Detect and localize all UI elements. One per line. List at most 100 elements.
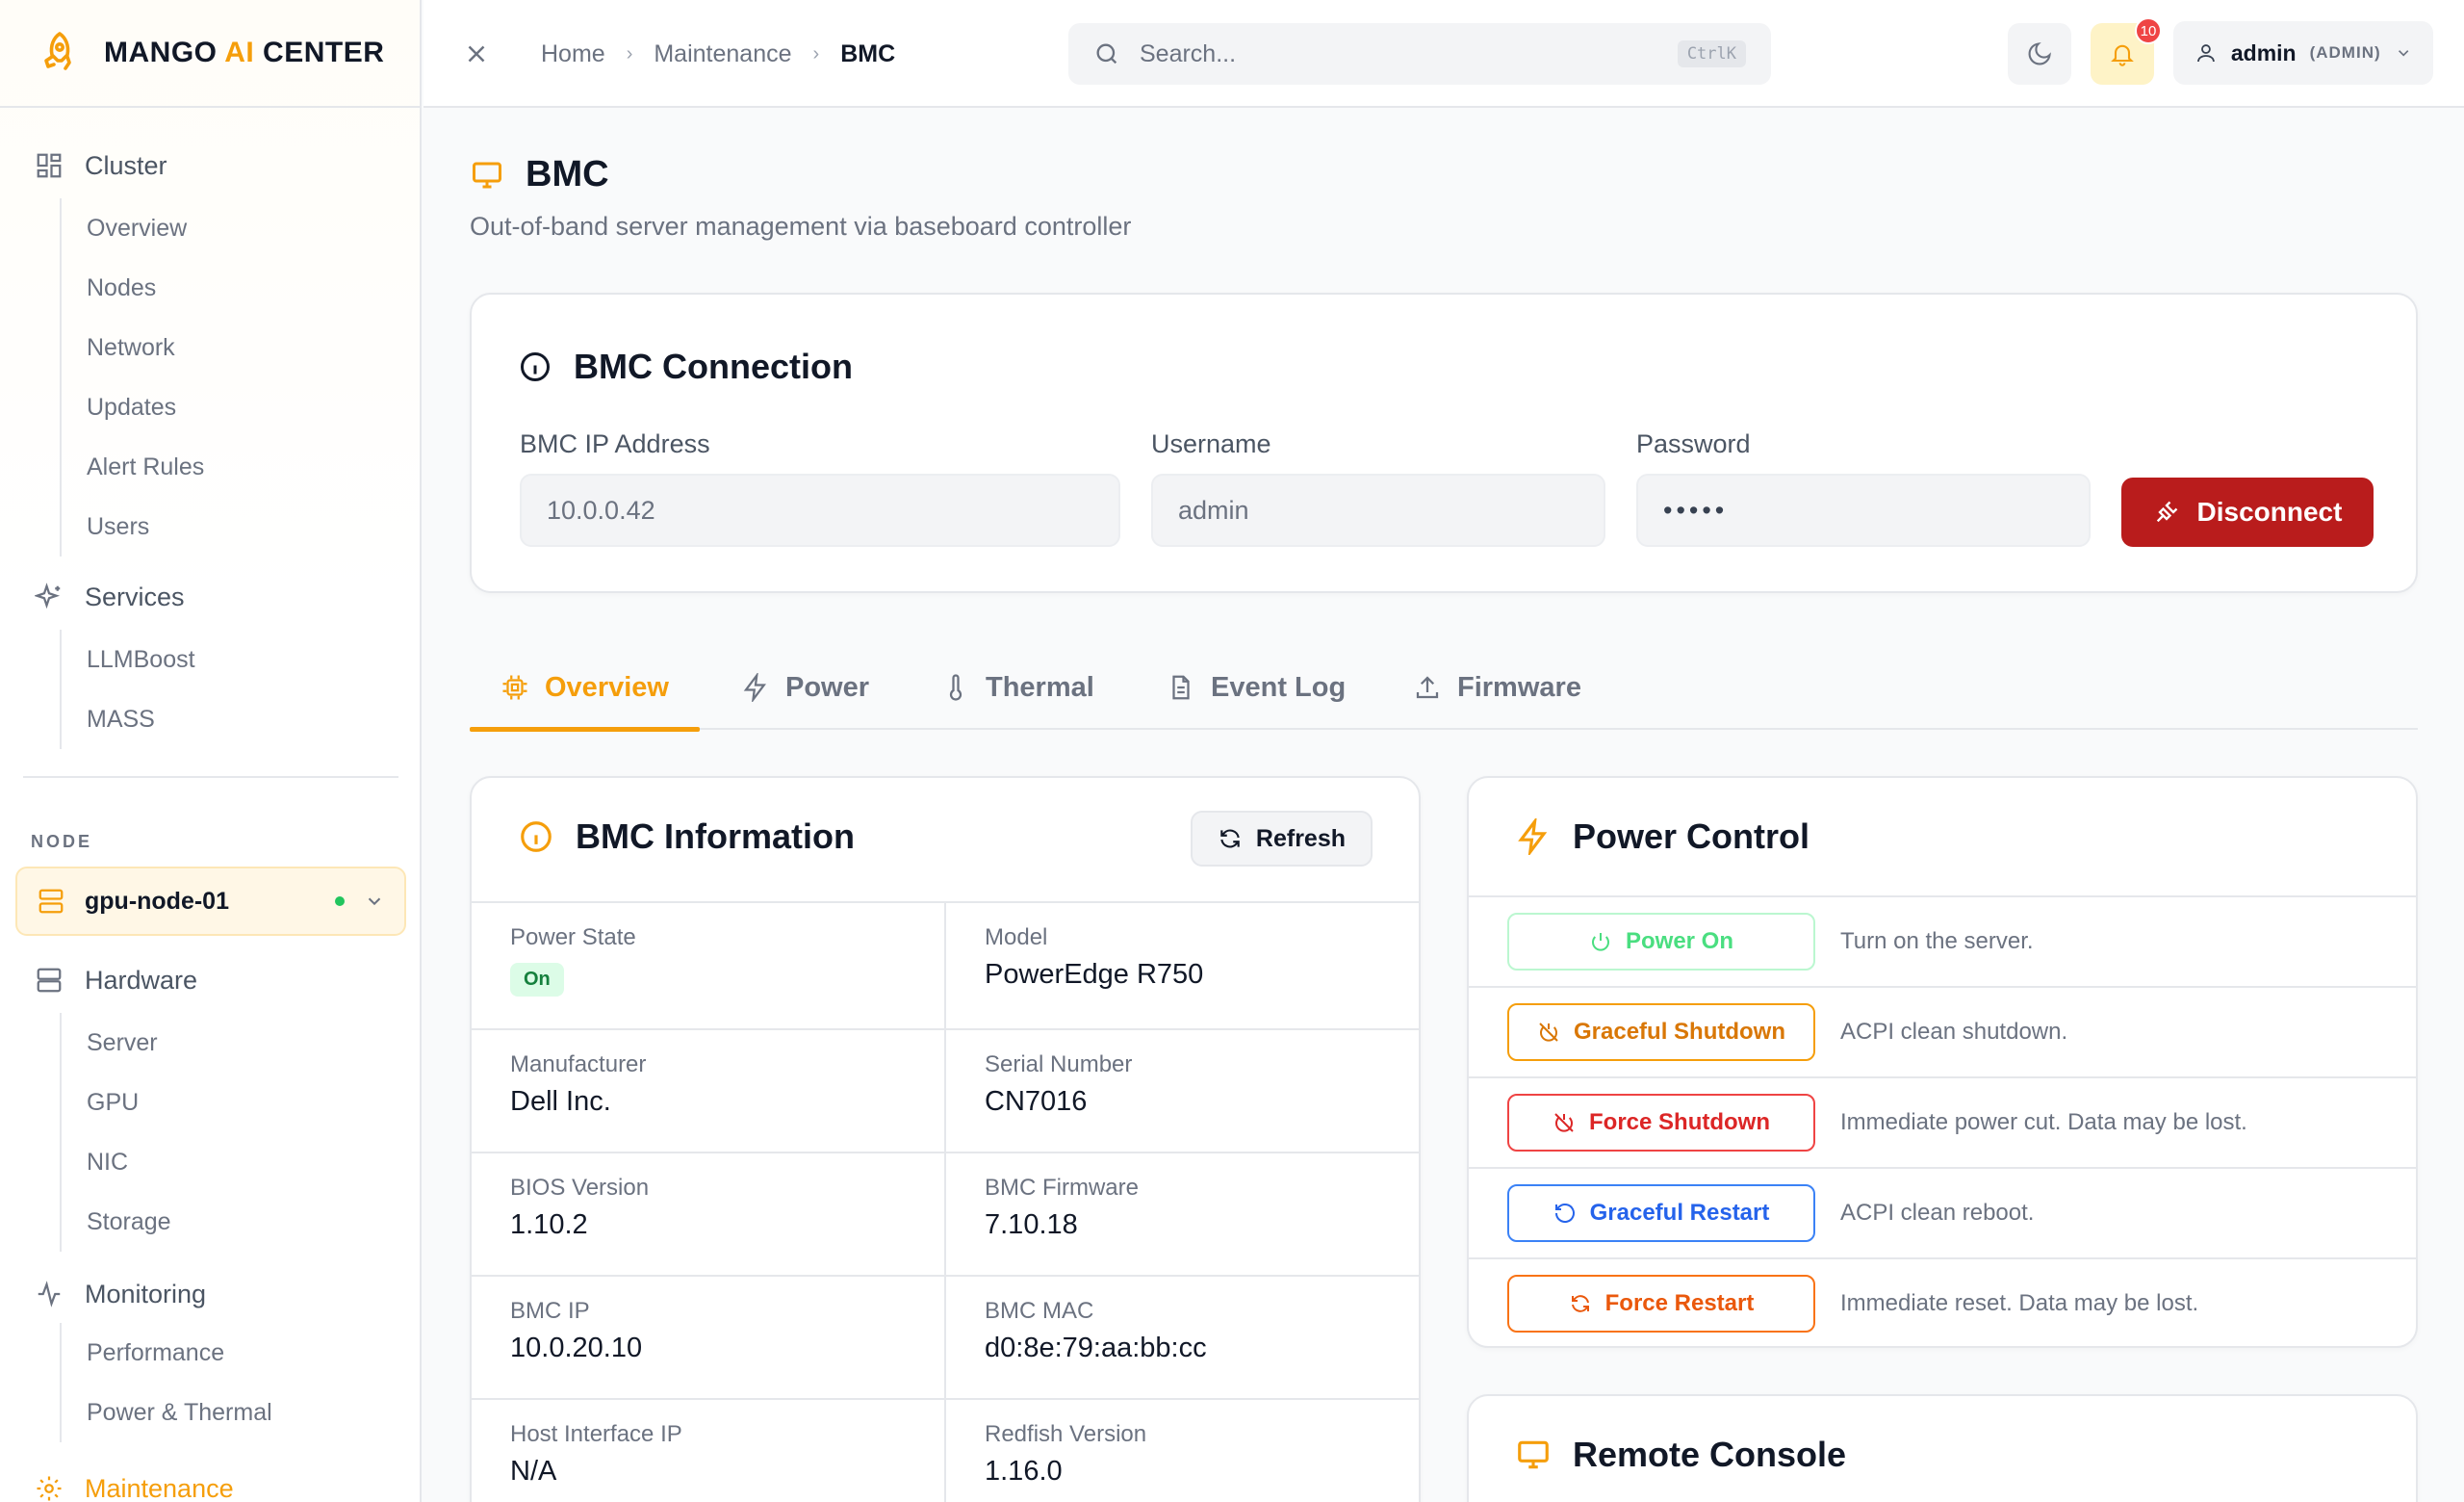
breadcrumb: Home › Maintenance › BMC bbox=[462, 0, 895, 108]
server-icon bbox=[38, 889, 64, 914]
sidebar-item-network[interactable]: Network bbox=[62, 318, 422, 377]
sidebar-item-performance[interactable]: Performance bbox=[62, 1323, 422, 1383]
search-input[interactable] bbox=[1140, 39, 1658, 68]
node-status-dot bbox=[335, 896, 345, 906]
sidebar-item-storage[interactable]: Storage bbox=[62, 1192, 422, 1252]
search-box[interactable]: CtrlK bbox=[1068, 23, 1771, 85]
sidebar-item-power-thermal[interactable]: Power & Thermal bbox=[62, 1383, 422, 1442]
sidebar-item-nodes[interactable]: Nodes bbox=[62, 258, 422, 318]
info-cell-power-state: Power State On bbox=[472, 903, 944, 1028]
nav-head-hardware[interactable]: Hardware bbox=[0, 955, 422, 1005]
bmc-info-grid: Power State On Model PowerEdge R750 Manu… bbox=[472, 901, 1419, 1502]
info-cell-bmc-firmware: BMC Firmware 7.10.18 bbox=[944, 1153, 1419, 1275]
power-action-desc: Immediate power cut. Data may be lost. bbox=[1840, 1109, 2247, 1135]
bmc-connection-title: BMC Connection bbox=[518, 347, 853, 387]
node-select[interactable]: gpu-node-01 bbox=[15, 867, 406, 936]
user-role: (ADMIN) bbox=[2309, 43, 2381, 62]
tab-power[interactable]: Power bbox=[741, 645, 869, 730]
power-actions-list: Power On Turn on the server. Graceful Sh… bbox=[1469, 895, 2416, 1346]
password-input[interactable]: ••••• bbox=[1636, 474, 2091, 547]
activity-icon bbox=[38, 1281, 61, 1308]
sidebar-item-overview[interactable]: Overview bbox=[62, 198, 422, 258]
tab-overview[interactable]: Overview bbox=[470, 645, 700, 732]
sidebar-item-users[interactable]: Users bbox=[62, 497, 422, 557]
sidebar-item-server[interactable]: Server bbox=[62, 1013, 422, 1073]
sidebar-item-updates[interactable]: Updates bbox=[62, 377, 422, 437]
sidebar: MANGO AI CENTER Cluster Overview Nodes N… bbox=[0, 0, 422, 1502]
info-row: BIOS Version 1.10.2 BMC Firmware 7.10.18 bbox=[472, 1152, 1419, 1275]
remote-console-card: Remote Console bbox=[1467, 1394, 2418, 1502]
nav-head-maintenance[interactable]: Maintenance bbox=[0, 1463, 422, 1502]
sidebar-item-nic[interactable]: NIC bbox=[62, 1132, 422, 1192]
info-cell-model: Model PowerEdge R750 bbox=[944, 903, 1419, 1028]
info-cell-bmc-mac: BMC MAC d0:8e:79:aa:bb:cc bbox=[944, 1277, 1419, 1398]
disconnect-button[interactable]: Disconnect bbox=[2121, 478, 2374, 547]
tabs: Overview Power Thermal Event Log Firmwar… bbox=[470, 645, 2418, 732]
bmc-ip-input[interactable] bbox=[520, 474, 1120, 547]
user-menu-button[interactable]: admin (ADMIN) bbox=[2173, 21, 2433, 85]
refresh-icon bbox=[1220, 829, 1240, 848]
sidebar-item-gpu[interactable]: GPU bbox=[62, 1073, 422, 1132]
nav-head-services[interactable]: Services bbox=[0, 572, 422, 622]
node-select-value: gpu-node-01 bbox=[85, 887, 229, 915]
user-name: admin bbox=[2230, 39, 2297, 65]
tab-firmware[interactable]: Firmware bbox=[1413, 645, 1581, 730]
breadcrumb-maintenance[interactable]: Maintenance bbox=[654, 40, 791, 68]
info-row: Power State On Model PowerEdge R750 bbox=[472, 901, 1419, 1028]
power-off-icon bbox=[1554, 1113, 1574, 1132]
upload-icon bbox=[1416, 676, 1439, 699]
gear-icon bbox=[37, 1476, 62, 1501]
power-control-title: Power Control bbox=[1515, 816, 1810, 857]
notifications-button[interactable]: 10 bbox=[2091, 17, 2162, 85]
bmc-information-card: BMC Information Refresh Power State On M… bbox=[470, 776, 1421, 1502]
info-cell-host-interface-ip: Host Interface IP N/A bbox=[510, 1421, 682, 1487]
power-on-button[interactable]: Power On bbox=[1507, 913, 1815, 971]
breadcrumb-current: BMC bbox=[840, 39, 896, 67]
thermometer-icon bbox=[949, 674, 962, 701]
sidebar-item-alert-rules[interactable]: Alert Rules bbox=[62, 437, 422, 497]
breadcrumb-separator-icon: › bbox=[812, 42, 820, 65]
unplug-icon bbox=[2156, 501, 2177, 523]
bell-icon bbox=[2111, 44, 2134, 66]
brand[interactable]: MANGO AI CENTER bbox=[0, 0, 420, 108]
power-action-desc: Immediate reset. Data may be lost. bbox=[1840, 1290, 2199, 1316]
info-row: BMC IP 10.0.20.10 BMC MAC d0:8e:79:aa:bb… bbox=[472, 1275, 1419, 1398]
power-control-card: Power Control Power On Turn on the serve… bbox=[1467, 776, 2418, 1348]
monitor-icon bbox=[1518, 1440, 1549, 1469]
username-label: Username bbox=[1151, 429, 1271, 458]
nav-head-cluster[interactable]: Cluster bbox=[0, 141, 422, 191]
file-text-icon bbox=[1172, 675, 1190, 700]
force-restart-button[interactable]: Force Restart bbox=[1507, 1275, 1815, 1333]
chevron-down-icon bbox=[2398, 50, 2409, 57]
zap-icon bbox=[1518, 818, 1548, 855]
breadcrumb-separator-icon: › bbox=[626, 42, 633, 65]
graceful-shutdown-button[interactable]: Graceful Shutdown bbox=[1507, 1003, 1815, 1061]
close-icon[interactable] bbox=[462, 39, 491, 68]
refresh-button[interactable]: Refresh bbox=[1190, 811, 1373, 867]
force-shutdown-button[interactable]: Force Shutdown bbox=[1507, 1094, 1815, 1152]
search-icon bbox=[1096, 43, 1117, 65]
power-action-row: Graceful Shutdown ACPI clean shutdown. bbox=[1469, 986, 2416, 1076]
info-cell-bmc-ip: BMC IP 10.0.20.10 bbox=[510, 1298, 643, 1363]
grid-icon bbox=[37, 153, 62, 178]
tab-event-log[interactable]: Event Log bbox=[1167, 645, 1346, 730]
username-input[interactable] bbox=[1151, 474, 1605, 547]
power-action-row: Graceful Restart ACPI clean reboot. bbox=[1469, 1167, 2416, 1257]
hardware-server-icon bbox=[37, 968, 62, 993]
sidebar-divider bbox=[23, 776, 398, 778]
bmc-ip-label: BMC IP Address bbox=[520, 429, 710, 458]
cpu-icon bbox=[502, 675, 527, 700]
graceful-restart-button[interactable]: Graceful Restart bbox=[1507, 1184, 1815, 1242]
power-off-icon bbox=[1539, 1023, 1558, 1042]
nav-head-monitoring[interactable]: Monitoring bbox=[0, 1269, 422, 1319]
theme-toggle-button[interactable] bbox=[2008, 23, 2071, 85]
power-action-row: Power On Turn on the server. bbox=[1469, 895, 2416, 986]
refresh-icon bbox=[1571, 1295, 1589, 1312]
power-state-badge: On bbox=[510, 963, 564, 997]
zap-icon bbox=[743, 673, 766, 702]
sidebar-item-llmboost[interactable]: LLMBoost bbox=[62, 630, 422, 689]
breadcrumb-home[interactable]: Home bbox=[541, 40, 605, 68]
nav-monitoring: Monitoring Performance Power & Thermal bbox=[0, 1269, 422, 1442]
tab-thermal[interactable]: Thermal bbox=[941, 645, 1094, 730]
sidebar-item-mass[interactable]: MASS bbox=[62, 689, 422, 749]
